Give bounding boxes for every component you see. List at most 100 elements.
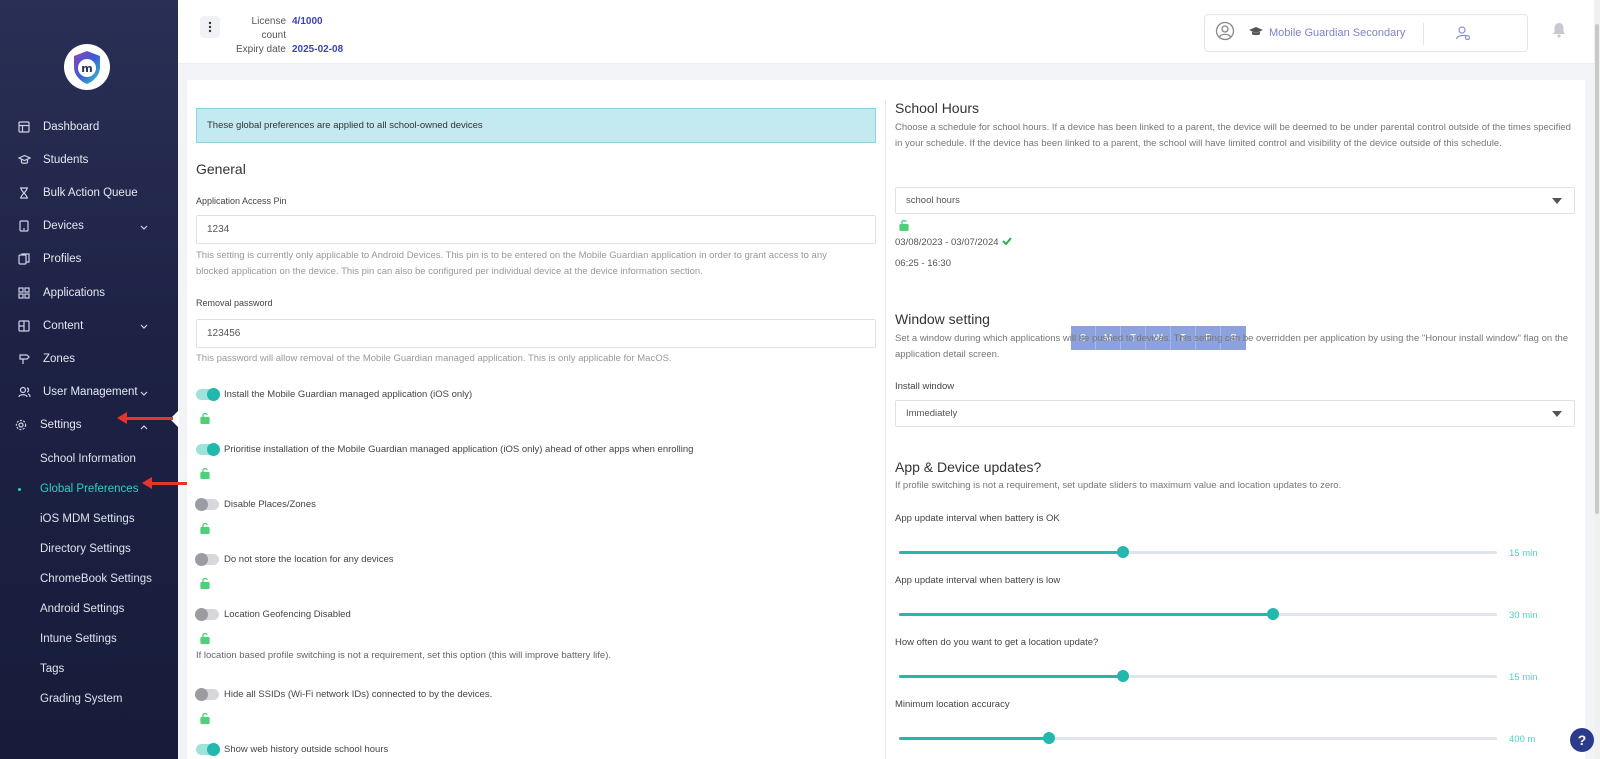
chevron-down-icon[interactable] [140, 222, 148, 234]
account-name: Mobile Guardian Secondary [1269, 27, 1406, 39]
toggle-switch[interactable] [196, 443, 220, 456]
slider-label: How often do you want to get a location … [895, 637, 1099, 648]
sidebar-item-zones[interactable]: Zones [0, 342, 178, 375]
slider-location-update[interactable] [899, 670, 1497, 682]
expiry-date-label: Expiry date [235, 44, 286, 55]
sidebar-subitem-school-information[interactable]: School Information [0, 444, 178, 474]
bell-icon[interactable] [1552, 22, 1566, 43]
sidebar-subitem-ios-mdm-settings[interactable]: iOS MDM Settings [0, 504, 178, 534]
toggle-location-geofencing-disabled[interactable]: Location Geofencing Disabled [195, 608, 351, 621]
sidebar-item-user-management[interactable]: User Management [0, 376, 178, 409]
account-switcher[interactable]: Mobile Guardian Secondary [1204, 14, 1528, 52]
window-setting-description: Set a window during which applications w… [895, 333, 1569, 360]
mobile-guardian-logo[interactable]: m [64, 44, 110, 90]
slider-fill [899, 613, 1273, 616]
slider-thumb[interactable] [1117, 546, 1130, 558]
slider-thumb[interactable] [1042, 732, 1055, 744]
caret-down-icon [1552, 411, 1562, 417]
sidebar-item-devices[interactable]: Devices [0, 210, 178, 243]
toggle-label: Location Geofencing Disabled [224, 609, 351, 620]
toggle-switch[interactable] [195, 608, 219, 621]
toggle-label: Install the Mobile Guardian managed appl… [224, 389, 473, 400]
slider-label: App update interval when battery is low [895, 575, 1061, 586]
slider-thumb[interactable] [1266, 608, 1279, 620]
schedule-select[interactable]: school hours [895, 187, 1575, 214]
chevron-down-icon[interactable] [140, 321, 148, 333]
toggle-switch[interactable] [195, 688, 219, 701]
sidebar-subitem-chromebook-settings[interactable]: ChromeBook Settings [0, 564, 178, 594]
slider-thumb[interactable] [1117, 670, 1130, 682]
toggle-label: Show web history outside school hours [224, 744, 389, 755]
unlock-icon[interactable] [200, 466, 210, 484]
removal-password-input[interactable]: 123456 [196, 319, 876, 348]
unlock-icon[interactable] [200, 521, 210, 539]
toggle-switch[interactable] [195, 553, 219, 566]
sidebar-item-profiles[interactable]: Profiles [0, 243, 178, 276]
graduation-cap-icon [17, 153, 31, 167]
sidebar-subitem-intune-settings[interactable]: Intune Settings [0, 624, 178, 654]
removal-password-help: This password will allow removal of the … [196, 353, 672, 364]
sidebar-item-label: Content [43, 319, 84, 332]
sidebar-item-label: Zones [43, 352, 75, 365]
sidebar-subitem-grading-system[interactable]: Grading System [0, 684, 178, 714]
license-info: License count 4/1000 Expiry date 2025-02-0… [228, 15, 343, 57]
toggle-label: Hide all SSIDs (Wi-Fi network IDs) conne… [224, 689, 493, 700]
sidebar-item-settings[interactable]: Settings [0, 409, 178, 442]
sidebar-item-students[interactable]: Students [0, 143, 178, 176]
page-scrollbar-thumb[interactable] [1595, 24, 1599, 514]
slider-fill [899, 737, 1049, 740]
unlock-icon[interactable] [200, 411, 210, 429]
apps-grid-icon [17, 286, 31, 300]
sidebar-subitem-tags[interactable]: Tags [0, 654, 178, 684]
divider [1423, 23, 1424, 45]
help-button[interactable]: ? [1570, 728, 1594, 752]
slider-label: Minimum location accuracy [895, 699, 1010, 710]
unlock-icon[interactable] [200, 576, 210, 594]
toggle-prioritise-install[interactable]: Prioritise installation of the Mobile Gu… [196, 443, 693, 456]
sidebar-item-label: Students [43, 153, 89, 166]
profiles-icon [17, 252, 31, 266]
chevron-down-icon[interactable] [140, 388, 148, 400]
toggle-switch[interactable] [196, 388, 220, 401]
users-icon [17, 385, 31, 399]
schedule-time-range: 06:25 - 16:30 [895, 258, 951, 269]
sidebar-item-content[interactable]: Content [0, 309, 178, 342]
toggle-switch[interactable] [195, 498, 219, 511]
sidebar-item-dashboard[interactable]: Dashboard [0, 110, 178, 143]
toggle-install-managed-app[interactable]: Install the Mobile Guardian managed appl… [196, 388, 473, 401]
slider-app-update-low[interactable] [899, 608, 1497, 620]
slider-fill [899, 551, 1124, 554]
active-dot [18, 487, 21, 491]
unlock-icon[interactable] [200, 631, 210, 649]
unlock-icon[interactable] [899, 218, 909, 236]
avatar-icon [1215, 21, 1235, 46]
pin-input[interactable]: 1234 [196, 215, 876, 244]
toggle-do-not-store-location[interactable]: Do not store the location for any device… [195, 553, 394, 566]
unlock-icon[interactable] [200, 711, 210, 729]
caret-down-icon [1552, 198, 1562, 204]
info-banner: These global preferences are applied to … [196, 108, 876, 143]
install-window-label: Install window [895, 381, 955, 392]
sidebar-item-applications[interactable]: Applications [0, 276, 178, 309]
svg-text:m: m [81, 62, 92, 75]
sidebar-subitem-android-settings[interactable]: Android Settings [0, 594, 178, 624]
toggle-switch[interactable] [196, 743, 220, 756]
sidebar-item-label: Applications [43, 286, 106, 299]
content-icon [17, 319, 31, 333]
sidebar-nav: Dashboard Students Bulk Action Queue Dev… [0, 110, 178, 714]
toggle-disable-places-zones[interactable]: Disable Places/Zones [195, 498, 316, 511]
more-vertical-icon[interactable] [200, 16, 220, 38]
geofence-help: If location based profile switching is n… [196, 650, 612, 661]
toggle-hide-ssids[interactable]: Hide all SSIDs (Wi-Fi network IDs) conne… [195, 688, 493, 701]
toggle-show-web-history[interactable]: Show web history outside school hours [196, 743, 389, 756]
slider-value: 15 min [1509, 548, 1538, 559]
slider-location-accuracy[interactable] [899, 732, 1497, 744]
topbar: License count 4/1000 Expiry date 2025-02-0… [178, 0, 1594, 64]
slider-app-update-ok[interactable] [899, 546, 1497, 558]
sidebar-subitem-directory-settings[interactable]: Directory Settings [0, 534, 178, 564]
slider-value: 30 min [1509, 610, 1538, 621]
user-settings-icon[interactable] [1455, 25, 1471, 46]
chevron-up-icon[interactable] [140, 421, 148, 433]
install-window-select[interactable]: Immediately [895, 400, 1575, 427]
sidebar-item-bulk-action-queue[interactable]: Bulk Action Queue [0, 176, 178, 209]
